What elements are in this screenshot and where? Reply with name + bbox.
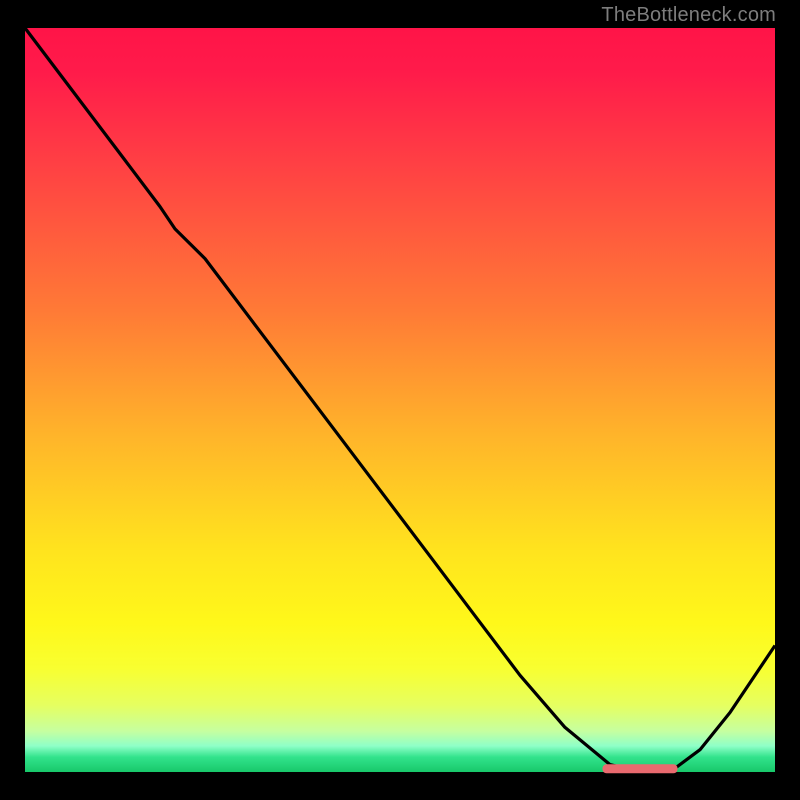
bottleneck-curve bbox=[25, 28, 775, 772]
chart-frame: TheBottleneck.com bbox=[0, 0, 800, 800]
optimal-range-marker bbox=[603, 764, 678, 773]
chart-overlay bbox=[25, 28, 775, 772]
attribution-text: TheBottleneck.com bbox=[601, 4, 776, 27]
